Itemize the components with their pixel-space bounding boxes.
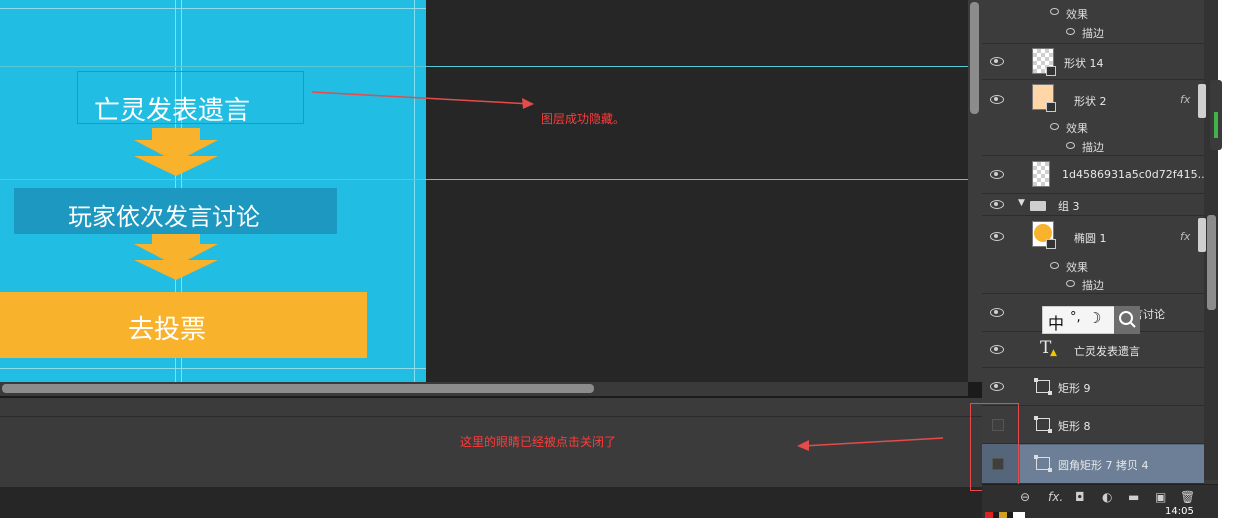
layer-thumbnail (1032, 48, 1056, 76)
annotation-box (77, 71, 304, 124)
layer-name[interactable]: 椭圆 1 (1074, 230, 1107, 246)
horizontal-guide (0, 368, 426, 369)
layer-row[interactable]: 形状 14 (982, 44, 1204, 80)
layer-thumbnail (1032, 84, 1056, 112)
document-canvas[interactable]: 亡灵发表遗言 玩家依次发言讨论 去投票 图层成功隐藏。 (0, 0, 968, 382)
horizontal-guide (0, 66, 968, 67)
eye-icon[interactable] (1066, 28, 1075, 35)
layer-name[interactable]: 组 3 (1058, 198, 1080, 214)
stroke-label: 描边 (1082, 141, 1104, 154)
mask-icon[interactable]: ◘ (1075, 490, 1085, 504)
adjustment-icon[interactable]: ◐ (1102, 490, 1112, 504)
flow-step-2-text: 玩家依次发言讨论 (68, 203, 260, 231)
folder-icon (1030, 201, 1046, 211)
canvas-horizontal-scroll-thumb[interactable] (2, 384, 594, 393)
layer-effects-row[interactable]: 效果 描边 (982, 0, 1204, 44)
annotation-hidden-note: 图层成功隐藏。 (541, 112, 626, 126)
layer-name[interactable]: 圆角矩形 7 拷贝 4 (1058, 457, 1149, 473)
ime-language[interactable]: 中 (1048, 310, 1064, 334)
layer-thumbnail (1032, 161, 1050, 187)
eye-icon[interactable] (1050, 123, 1059, 130)
layer-row[interactable]: T ▲ 亡灵发表遗言 (982, 332, 1204, 368)
layer-row[interactable]: 形状 2 fx 效果 描边 (982, 80, 1204, 156)
flow-step-3-text: 去投票 (128, 315, 207, 345)
layer-row[interactable]: 矩形 9 (982, 368, 1204, 406)
divider (0, 416, 982, 417)
layer-name[interactable]: 矩形 9 (1058, 380, 1091, 396)
shape-layer-icon (1046, 239, 1056, 249)
layers-scroll-thumb[interactable] (1207, 215, 1216, 310)
fx-icon[interactable]: fx (1180, 230, 1190, 243)
eye-icon[interactable] (1050, 262, 1059, 269)
link-icon[interactable]: ⊖ (1020, 490, 1030, 504)
fx-icon[interactable]: fx. (1048, 490, 1063, 504)
horizontal-guide (0, 179, 968, 180)
trash-icon[interactable]: 🗑 (1180, 490, 1195, 504)
system-clock: 14:05 (1165, 506, 1194, 517)
vertical-guide (414, 0, 415, 382)
layer-row[interactable]: 椭圆 1 fx 效果 描边 (982, 216, 1204, 294)
flow-arrow-shaft (152, 128, 200, 140)
stroke-label: 描边 (1082, 27, 1104, 40)
shape-layer-icon (1034, 378, 1052, 395)
eye-icon[interactable] (990, 57, 1004, 66)
eye-icon[interactable] (990, 382, 1004, 391)
eye-icon[interactable] (990, 200, 1004, 209)
layer-row[interactable]: 1d4586931a5c0d72f415... (982, 156, 1208, 194)
shape-layer-icon (1034, 416, 1052, 433)
effects-label: 效果 (1066, 122, 1088, 135)
shape-layer-icon (1046, 102, 1056, 112)
flow-arrow-down (134, 260, 218, 280)
group-row[interactable]: ▼ 组 3 (982, 194, 1204, 216)
search-icon (1119, 311, 1136, 328)
chevron-down-icon[interactable]: ▼ (1018, 198, 1025, 208)
effects-label: 效果 (1066, 261, 1088, 274)
fx-icon[interactable]: fx (1180, 93, 1190, 106)
layer-name[interactable]: 形状 14 (1064, 55, 1104, 71)
annotation-eye-note: 这里的眼睛已经被点击关闭了 (460, 435, 617, 449)
stroke-label: 描边 (1082, 279, 1104, 292)
warning-icon: ▲ (1050, 348, 1057, 358)
ime-mode-icon[interactable]: ☽ (1088, 309, 1101, 327)
ime-punctuation[interactable]: °, (1070, 310, 1081, 325)
eye-icon[interactable] (990, 95, 1004, 104)
status-bar (0, 487, 982, 518)
window-edge (1218, 0, 1240, 518)
layer-name[interactable]: 形状 2 (1074, 93, 1107, 109)
annotation-arrow (311, 91, 534, 109)
eye-icon[interactable] (990, 345, 1004, 354)
status-indicator (1214, 112, 1218, 138)
effects-scroll-thumb[interactable] (1198, 218, 1206, 252)
taskbar-icons[interactable] (985, 512, 1025, 518)
new-group-icon[interactable]: ▬ (1128, 490, 1139, 504)
layer-thumbnail (1032, 221, 1056, 249)
annotation-arrow (797, 437, 944, 451)
eye-icon[interactable] (1066, 142, 1075, 149)
shape-layer-icon (1034, 455, 1052, 472)
annotation-box (970, 403, 1019, 491)
horizontal-guide (0, 8, 426, 9)
eye-icon[interactable] (990, 308, 1004, 317)
eye-icon[interactable] (1066, 280, 1075, 287)
eye-icon[interactable] (1050, 8, 1059, 15)
layer-name[interactable]: 亡灵发表遗言 (1074, 343, 1140, 359)
effects-label: 效果 (1066, 8, 1088, 21)
new-layer-icon[interactable]: ▣ (1155, 490, 1166, 504)
canvas-vertical-scroll-thumb[interactable] (970, 2, 979, 114)
layer-name[interactable]: 矩形 8 (1058, 418, 1091, 434)
search-button[interactable] (1114, 306, 1140, 334)
eye-icon[interactable] (990, 232, 1004, 241)
flow-arrow-down (134, 156, 218, 176)
shape-layer-icon (1046, 66, 1056, 76)
layer-name[interactable]: 1d4586931a5c0d72f415... (1062, 168, 1208, 181)
eye-icon[interactable] (990, 170, 1004, 179)
effects-scroll-thumb[interactable] (1198, 84, 1206, 118)
